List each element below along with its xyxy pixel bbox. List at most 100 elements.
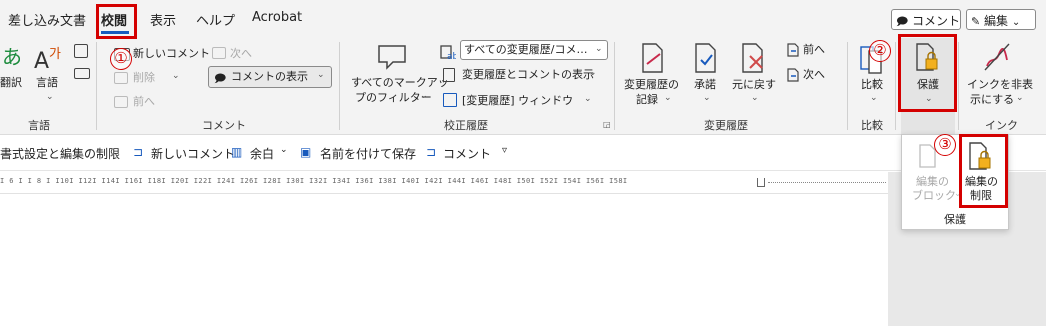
accept-button[interactable]: 承諾 (694, 78, 716, 92)
display-for-review-icon: ab (440, 44, 459, 62)
previous-change-icon (786, 43, 800, 57)
compare-button[interactable]: 比較 (861, 78, 883, 92)
previous-comment-icon (114, 96, 128, 108)
svg-text:あ: あ (2, 45, 20, 69)
ruler-ticks: I 6 I I 8 I I10I I12I I14I I16I I18I I20… (0, 177, 628, 185)
all-markup-filter-button[interactable]: すべてのマークアッ (351, 76, 449, 90)
show-comments-label: コメントの表示 (231, 70, 308, 83)
next-change-button[interactable]: 次へ (803, 68, 825, 82)
language-button[interactable]: 言語 (36, 76, 58, 90)
hide-ink-icon (983, 42, 1011, 72)
indent-marker-icon[interactable] (757, 178, 765, 187)
show-comments-button[interactable]: 🗩 コメントの表示 ⌄ (208, 66, 332, 88)
group-divider (614, 42, 615, 130)
display-for-review-value: すべての変更履歴/コメ… (464, 43, 588, 56)
block-authors-button[interactable]: 編集の (916, 175, 949, 189)
block-authors-line2: ブロック (912, 189, 956, 202)
chevron-down-icon: ⌄ (584, 94, 592, 104)
margins-button[interactable]: 余白 (250, 145, 274, 162)
comment-icon: 🗩 (214, 72, 227, 85)
track-changes-button[interactable]: 変更履歴の (624, 78, 679, 92)
accept-icon (693, 42, 719, 74)
hide-ink-line2: 示にする (970, 93, 1015, 106)
word-count-icon[interactable] (74, 44, 88, 58)
group-divider (847, 42, 848, 130)
new-comment-icon: ⊐ (133, 145, 144, 159)
delete-comment-icon (114, 72, 128, 84)
reviewing-pane-button[interactable]: [変更履歴] ウィンドウ (462, 94, 573, 108)
tab-mailings[interactable]: 差し込み文書 (8, 10, 86, 29)
group-divider (96, 42, 97, 130)
reviewing-pane-icon (443, 93, 457, 107)
comment-icon: 🗩 (896, 15, 909, 28)
previous-change-button[interactable]: 前へ (803, 43, 825, 57)
pencil-icon: ✎ (971, 15, 981, 28)
translate-icon: あ (2, 44, 22, 70)
previous-comment-button[interactable]: 前へ (133, 95, 155, 109)
comments-button-label: コメント (912, 14, 961, 28)
new-comment-button[interactable]: 新しいコメント (133, 47, 210, 61)
chevron-down-icon: ⌄ (1011, 17, 1021, 28)
popup-group-label: 保護 (944, 213, 966, 226)
step-badge-1: ① (110, 48, 132, 70)
comment-icon: ⊐ (426, 145, 437, 159)
chevron-down-icon: ⌄ (664, 93, 672, 103)
hide-ink-button[interactable]: インクを非表 (967, 78, 1033, 92)
document-canvas[interactable] (0, 195, 888, 326)
tab-help[interactable]: ヘルプ (196, 10, 235, 29)
markup-filter-icon (375, 42, 409, 70)
svg-text:가: 가 (49, 47, 61, 62)
step-badge-3: ③ (934, 134, 956, 156)
show-markup-button[interactable]: 変更履歴とコメントの表示 (462, 68, 594, 82)
next-comment-button[interactable]: 次へ (230, 47, 252, 61)
group-label-tracking: 校正履歴 (444, 119, 488, 132)
display-for-review-select[interactable]: すべての変更履歴/コメ… ⌄ (460, 40, 608, 60)
reject-icon (740, 42, 766, 74)
delete-comment-button[interactable]: 削除 (133, 71, 155, 85)
keyboard-icon[interactable] (74, 68, 90, 79)
chevron-down-icon: ⌄ (172, 71, 180, 81)
highlight-protect-button (898, 34, 957, 112)
next-change-icon (786, 68, 800, 82)
svg-text:A: A (34, 49, 49, 72)
group-label-compare: 比較 (861, 119, 883, 132)
translate-button[interactable]: 翻訳 (0, 76, 22, 90)
track-changes-icon (640, 42, 666, 74)
tab-view[interactable]: 表示 (150, 10, 176, 29)
reject-button[interactable]: 元に戻す (732, 78, 776, 92)
margins-icon: ▥ (231, 145, 243, 159)
chevron-down-icon: ⌄ (589, 68, 597, 78)
editing-mode-label: 編集 (984, 14, 1009, 28)
chevron-down-icon: ⌄ (420, 91, 428, 101)
chevron-down-icon: ⌄ (280, 145, 288, 155)
chevron-down-icon: ⌄ (595, 44, 603, 54)
chevron-down-icon: ⌄ (46, 92, 54, 102)
chevron-down-icon: ⌄ (870, 93, 878, 103)
step-badge-2: ② (869, 40, 891, 62)
group-divider (339, 42, 340, 130)
restrict-formatting-button[interactable]: 書式設定と編集の制限 (0, 145, 120, 162)
tab-acrobat[interactable]: Acrobat (252, 10, 302, 25)
language-icon: A가 (34, 44, 64, 74)
ribbon-tab-bar: 差し込み文書 校閲 表示 ヘルプ Acrobat 🗩 コメント ✎ 編集 ⌄ (0, 0, 1046, 38)
chevron-down-icon: ⌄ (703, 93, 711, 103)
group-label-language: 言語 (28, 119, 50, 132)
chevron-down-icon: ⌄ (317, 70, 325, 80)
qat-comment-button[interactable]: コメント (443, 145, 491, 162)
group-label-changes: 変更履歴 (704, 119, 748, 132)
group-label-ink: インク (985, 119, 1018, 132)
qat-new-comment-button[interactable]: 新しいコメント (151, 145, 235, 162)
save-as-icon: ▣ (300, 145, 312, 159)
customize-qat-button[interactable]: ▿ (502, 145, 507, 156)
highlight-restrict-editing (959, 134, 1008, 208)
editing-mode-button[interactable]: ✎ 編集 ⌄ (966, 9, 1036, 30)
highlight-review-tab (96, 4, 137, 39)
track-changes-line2: 記録 (636, 93, 658, 106)
group-label-comments: コメント (202, 119, 246, 132)
comments-button[interactable]: 🗩 コメント (891, 9, 961, 30)
save-as-button[interactable]: 名前を付けて保存 (320, 145, 416, 162)
chevron-down-icon: ⌄ (751, 93, 759, 103)
ruler-margin-area (768, 182, 886, 183)
dialog-launcher-icon[interactable]: ◲ (603, 120, 611, 129)
quick-access-toolbar: 書式設定と編集の制限 ⊐ 新しいコメント ▥ 余白 ⌄ ▣ 名前を付けて保存 ⊐… (0, 135, 1046, 171)
